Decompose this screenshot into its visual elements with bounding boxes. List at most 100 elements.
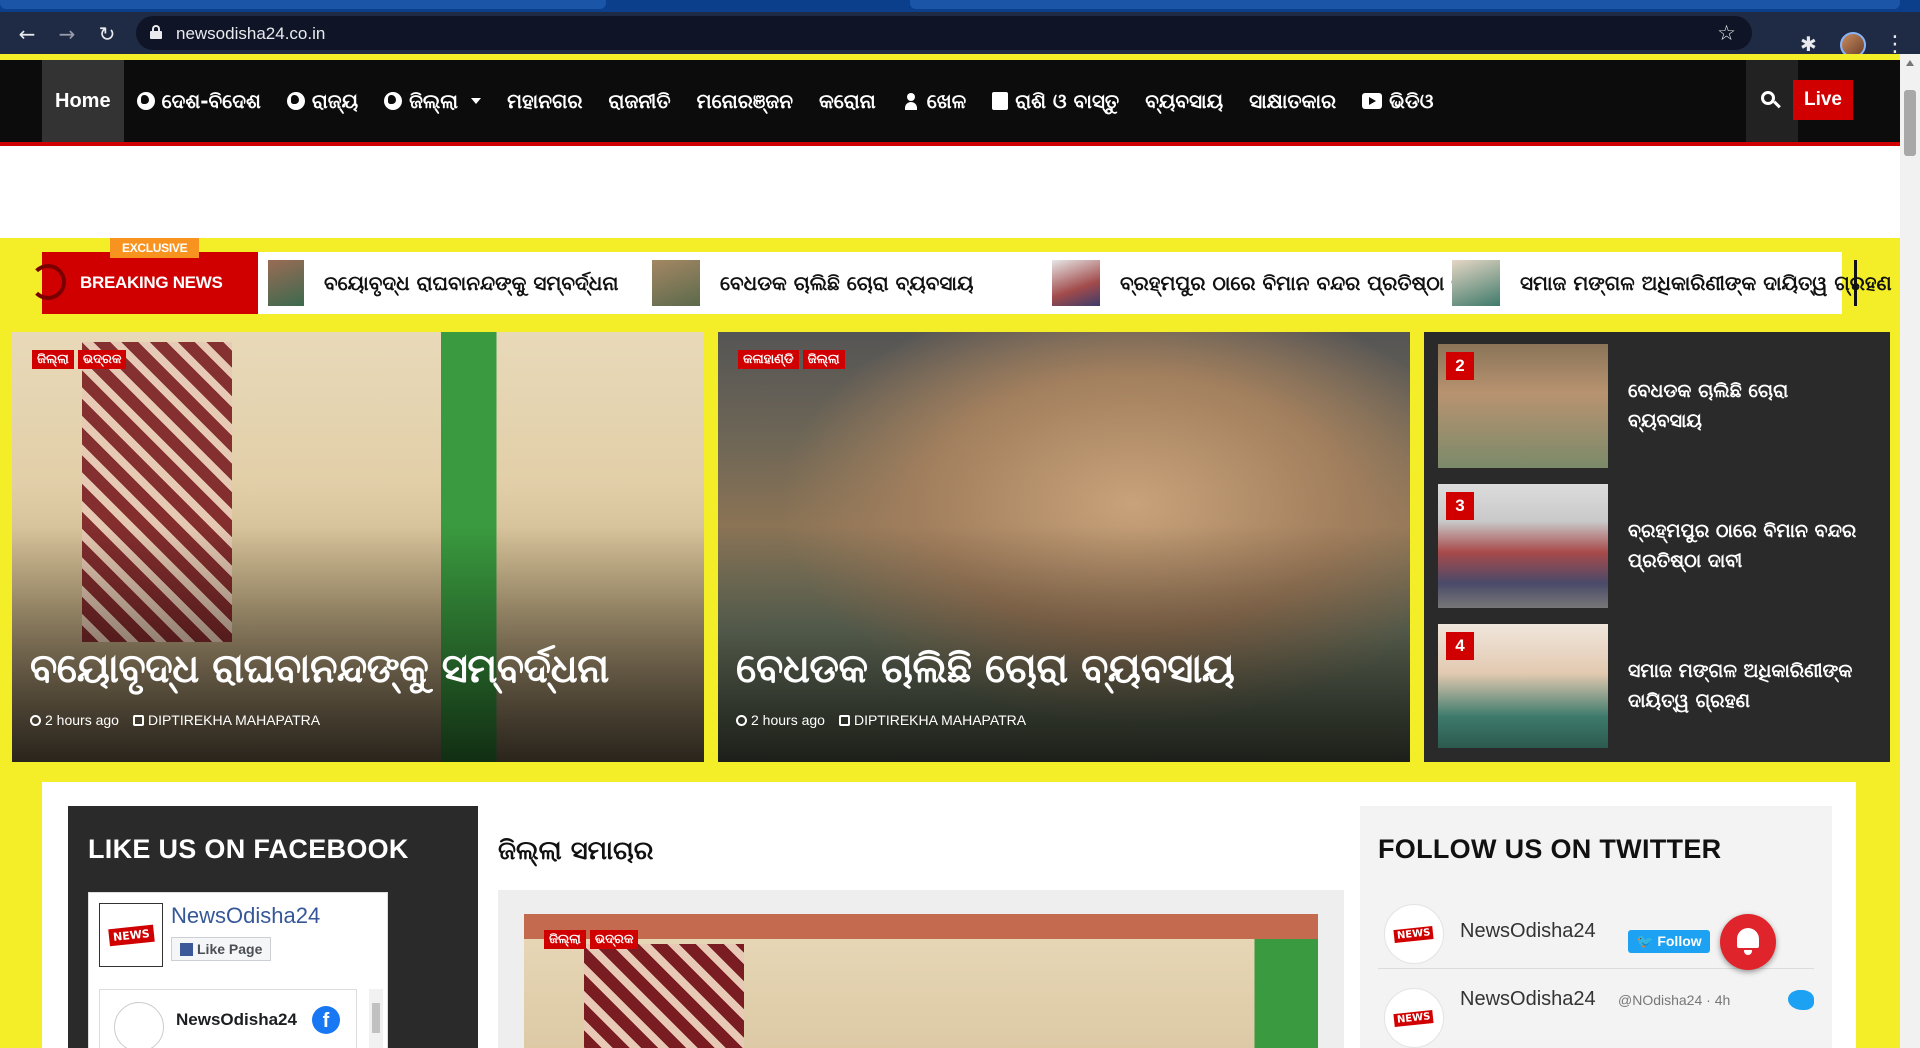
trending-item[interactable]: 4 ସମାଜ ମଙ୍ଗଳ ଅଧିକାରିଣୀଙ୍କ ଦାୟିତ୍ୱ ଗ୍ରହଣ bbox=[1438, 624, 1878, 748]
hero-article-1[interactable]: ଜିଲ୍ଲା ଭଦ୍ରକ ବୟୋବୃଦ୍ଧ ରାଘବାନନ୍ଦଙ୍କୁ ସମ୍ବ… bbox=[12, 332, 704, 762]
ticker-item[interactable]: ବୟୋବୃଦ୍ଧ ରାଘବାନନ୍ଦଙ୍କୁ ସମ୍ବର୍ଦ୍ଧନା bbox=[268, 260, 618, 306]
extensions-icon[interactable]: ✱ bbox=[1800, 32, 1817, 56]
nav-item-sports[interactable]: ଖେଳ bbox=[889, 89, 979, 113]
twitter-heading: FOLLOW US ON TWITTER bbox=[1378, 834, 1722, 864]
page-scrollbar[interactable] bbox=[1900, 54, 1920, 1048]
page-logo[interactable]: NEWS bbox=[99, 903, 163, 967]
category-tag[interactable]: ଜିଲ୍ଲା bbox=[32, 350, 74, 369]
post-time: 2 hours ago bbox=[30, 712, 119, 728]
logo-text: NEWS bbox=[107, 924, 155, 946]
category-tag[interactable]: କଳାହାଣ୍ଡି bbox=[738, 350, 799, 369]
like-page-button[interactable]: Like Page bbox=[171, 937, 272, 961]
facebook-icon bbox=[180, 943, 193, 956]
nav-item-video[interactable]: ଭିଡିଓ bbox=[1349, 89, 1446, 113]
trending-rank: 2 bbox=[1446, 352, 1474, 380]
ticker-edge bbox=[1854, 260, 1857, 306]
facebook-post-name[interactable]: NewsOdisha24 bbox=[176, 1010, 297, 1030]
avatar[interactable] bbox=[114, 1002, 164, 1048]
nav-home[interactable]: Home bbox=[42, 60, 124, 142]
hero-tags: ଜିଲ୍ଲା ଭଦ୍ରକ bbox=[32, 350, 127, 369]
facebook-page-name[interactable]: NewsOdisha24 bbox=[171, 903, 320, 929]
follow-button[interactable]: 🐦 Follow bbox=[1628, 930, 1710, 953]
nav-label: ସାକ୍ଷାତକାର bbox=[1249, 89, 1337, 113]
nav-label: ଦେଶ-ବିଦେଶ bbox=[161, 89, 261, 113]
browser-tab[interactable] bbox=[0, 0, 606, 9]
twitter-name[interactable]: NewsOdisha24 bbox=[1460, 920, 1596, 943]
nav-item-politics[interactable]: ରାଜନୀତି bbox=[596, 89, 684, 113]
twitter-bird-icon: 🐦 bbox=[1636, 933, 1658, 949]
trending-rank: 3 bbox=[1446, 492, 1474, 520]
nav-item-astrology[interactable]: ରାଶି ଓ ବାସ୍ତୁ bbox=[979, 89, 1132, 113]
trending-title[interactable]: ବ୍ରହ୍ମପୁର ଠାରେ ବିମାନ ବନ୍ଦର ପ୍ରତିଷ୍ଠା ଦାବ… bbox=[1628, 516, 1868, 576]
nav-label: ରାଶି ଓ ବାସ୍ତୁ bbox=[1015, 89, 1120, 113]
tweet-author[interactable]: NewsOdisha24 bbox=[1460, 988, 1596, 1011]
trending-list: 2 ବେଧଡକ ଚାଲିଛି ଚୋରା ବ୍ୟବସାୟ 3 ବ୍ରହ୍ମପୁର … bbox=[1424, 332, 1890, 762]
ticker-headline: ବେଧଡକ ଚାଲିଛି ଚୋରା ବ୍ୟବସାୟ bbox=[720, 271, 974, 295]
ticker-item[interactable]: ବ୍ରହ୍ମପୁର ଠାରେ ବିମାନ ବନ୍ଦର ପ୍ରତିଷ୍ଠା ଦାବ… bbox=[1052, 260, 1488, 306]
breaking-news-label: EXCLUSIVE BREAKING NEWS bbox=[30, 238, 258, 314]
ticker-thumbnail bbox=[652, 260, 700, 306]
live-button[interactable]: Live bbox=[1793, 80, 1853, 120]
nav-item-district[interactable]: ଜିଲ୍ଲା bbox=[371, 89, 494, 113]
ticker-item[interactable]: ସମାଜ ମଙ୍ଗଳ ଅଧିକାରିଣୀଙ୍କ ଦାୟିତ୍ୱ ଗ୍ରହଣ bbox=[1452, 260, 1892, 306]
district-feature-image[interactable] bbox=[524, 914, 1318, 1048]
trending-title[interactable]: ବେଧଡକ ଚାଲିଛି ଚୋରା ବ୍ୟବସାୟ bbox=[1628, 376, 1868, 436]
bookmark-star-icon[interactable]: ☆ bbox=[1717, 21, 1736, 45]
ticker-item[interactable]: ବେଧଡକ ଚାଲିଛି ଚୋରା ବ୍ୟବସାୟ bbox=[652, 260, 973, 306]
book-icon bbox=[992, 92, 1009, 110]
browser-tab[interactable] bbox=[910, 0, 1900, 9]
clock-icon bbox=[736, 715, 747, 726]
edit-icon bbox=[838, 715, 850, 726]
trending-rank: 4 bbox=[1446, 632, 1474, 660]
search-button[interactable] bbox=[1746, 60, 1798, 142]
nav-item-state[interactable]: ରାଜ୍ୟ bbox=[274, 89, 371, 113]
ticker-headline: ସମାଜ ମଙ୍ଗଳ ଅଧିକାରିଣୀଙ୍କ ଦାୟିତ୍ୱ ଗ୍ରହଣ bbox=[1520, 271, 1892, 295]
trending-item[interactable]: 2 ବେଧଡକ ଚାଲିଛି ଚୋରା ବ୍ୟବସାୟ bbox=[1438, 344, 1878, 468]
tab-strip bbox=[0, 0, 1920, 12]
hero-title[interactable]: ବୟୋବୃଦ୍ଧ ରାଘବାନନ୍ଦଙ୍କୁ ସମ୍ବର୍ଦ୍ଧନା bbox=[30, 646, 609, 692]
twitter-bird-icon[interactable] bbox=[1788, 990, 1814, 1010]
trending-title[interactable]: ସମାଜ ମଙ୍ଗଳ ଅଧିକାରିଣୀଙ୍କ ଦାୟିତ୍ୱ ଗ୍ରହଣ bbox=[1628, 656, 1868, 716]
post-author[interactable]: DIPTIREKHA MAHAPATRA bbox=[132, 712, 320, 728]
nav-item-metro[interactable]: ମହାନଗର bbox=[494, 89, 595, 113]
facebook-logo-icon[interactable]: f bbox=[312, 1006, 340, 1034]
hero-tags: କଳାହାଣ୍ଡି ଜିଲ୍ଲା bbox=[738, 350, 845, 369]
nav-item-business[interactable]: ବ୍ୟବସାୟ bbox=[1132, 89, 1236, 113]
back-icon[interactable]: ← bbox=[16, 23, 38, 45]
exclusive-badge: EXCLUSIVE bbox=[110, 238, 200, 258]
scrollbar-thumb[interactable] bbox=[1904, 90, 1916, 156]
category-tag[interactable]: ଭଦ୍ରକ bbox=[589, 930, 639, 949]
avatar[interactable]: NEWS bbox=[1384, 904, 1444, 964]
nav-item-entertainment[interactable]: ମନୋରଞ୍ଜନ bbox=[684, 89, 806, 113]
notification-bell-icon[interactable] bbox=[1720, 914, 1776, 970]
address-bar[interactable]: newsodisha24.co.in ☆ bbox=[136, 16, 1752, 50]
category-tag[interactable]: ଜିଲ୍ଲା bbox=[544, 930, 586, 949]
nav-item-corona[interactable]: କରୋନା bbox=[806, 89, 889, 113]
post-author[interactable]: DIPTIREKHA MAHAPATRA bbox=[838, 712, 1026, 728]
main-menu: Home ଦେଶ-ବିଦେଶ ରାଜ୍ୟ ଜିଲ୍ଲା ମହାନଗର ରାଜନୀ… bbox=[42, 60, 1447, 142]
district-news: ଜିଲ୍ଲା ସମାଚାର ଜିଲ୍ଲା ଭଦ୍ରକ bbox=[498, 806, 1398, 1048]
ticker-headline: ବୟୋବୃଦ୍ଧ ରାଘବାନନ୍ଦଙ୍କୁ ସମ୍ବର୍ଦ୍ଧନା bbox=[324, 271, 619, 295]
category-tag[interactable]: ଭଦ୍ରକ bbox=[77, 350, 127, 369]
reload-icon[interactable]: ↻ bbox=[96, 23, 118, 45]
athlete-icon bbox=[902, 92, 920, 110]
tweet-handle[interactable]: @NOdisha24 · 4h bbox=[1618, 992, 1730, 1008]
category-tag[interactable]: ଜିଲ୍ଲା bbox=[802, 350, 845, 369]
hero-title[interactable]: ବେଧଡକ ଚାଲିଛି ଚୋରା ବ୍ୟବସାୟ bbox=[736, 646, 1235, 692]
lock-icon[interactable] bbox=[150, 25, 162, 39]
globe-icon bbox=[136, 92, 155, 110]
facebook-scrollbar[interactable] bbox=[369, 989, 383, 1048]
trending-item[interactable]: 3 ବ୍ରହ୍ମପୁର ଠାରେ ବିମାନ ବନ୍ଦର ପ୍ରତିଷ୍ଠା ଦ… bbox=[1438, 484, 1878, 608]
scroll-up-icon[interactable] bbox=[1906, 60, 1914, 66]
nav-label: ଜିଲ୍ଲା bbox=[409, 89, 459, 113]
logo-text: NEWS bbox=[1393, 1009, 1435, 1027]
forward-icon[interactable]: → bbox=[56, 23, 78, 45]
hero-article-2[interactable]: କଳାହାଣ୍ଡି ଜିଲ୍ଲା ବେଧଡକ ଚାଲିଛି ଚୋରା ବ୍ୟବସ… bbox=[718, 332, 1410, 762]
nav-label: ବ୍ୟବସାୟ bbox=[1145, 89, 1224, 113]
url-text[interactable]: newsodisha24.co.in bbox=[176, 24, 325, 44]
avatar[interactable]: NEWS bbox=[1384, 988, 1444, 1048]
facebook-heading: LIKE US ON FACEBOOK bbox=[88, 834, 409, 864]
nav-item-interview[interactable]: ସାକ୍ଷାତକାର bbox=[1236, 89, 1349, 113]
nav-item-world[interactable]: ଦେଶ-ବିଦେଶ bbox=[124, 89, 274, 113]
ticker-decoration bbox=[30, 264, 66, 300]
